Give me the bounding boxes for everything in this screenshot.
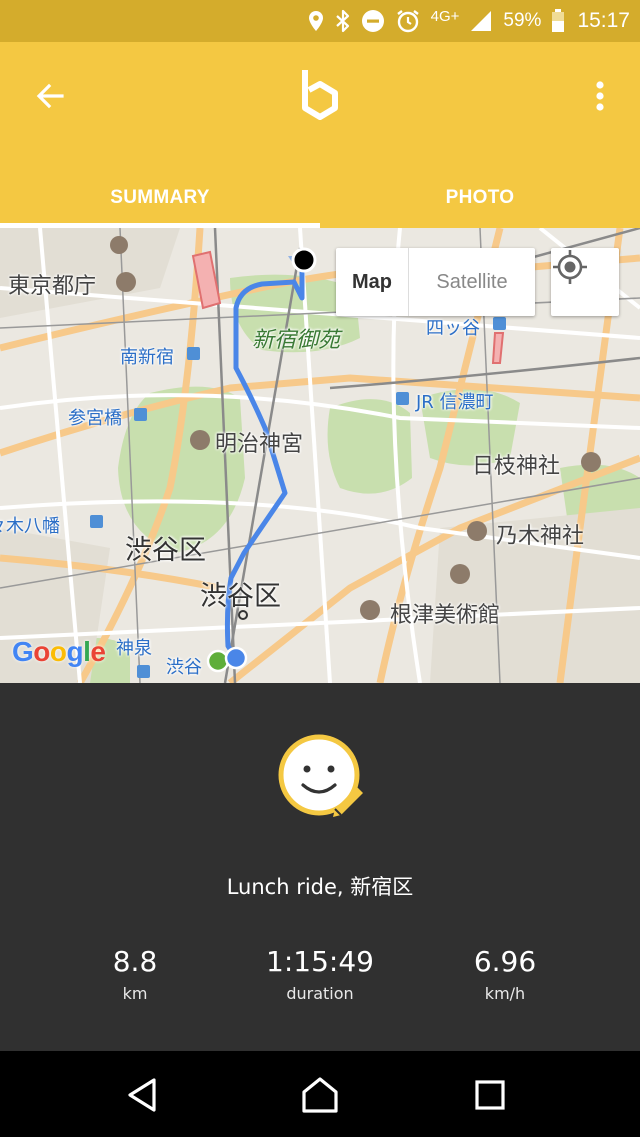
map-type-map-button[interactable]: Map <box>336 248 409 316</box>
alarm-icon <box>395 8 421 34</box>
signal-icon <box>469 9 493 33</box>
map-label-shibuya-ward-office: 渋谷区 <box>200 581 281 612</box>
map-label-hie-jinja: 日枝神社 <box>472 454 561 479</box>
back-button[interactable] <box>24 70 76 122</box>
stat-distance-value: 8.8 <box>112 945 158 978</box>
my-location-icon <box>553 250 587 284</box>
map-label-nogi-jinja: 乃木神社 <box>496 524 585 549</box>
app-logo <box>302 70 338 120</box>
back-triangle-icon <box>128 1078 156 1112</box>
route-map[interactable]: 東京都庁 南新宿 参宮橋 明治神宮 新宿御苑 四ッ谷 JR 信濃町 日枝神社 代… <box>0 228 640 683</box>
stat-duration: 1:15:49 duration <box>220 945 420 1003</box>
stat-speed-value: 6.96 <box>473 945 537 978</box>
arrow-back-icon <box>36 83 64 109</box>
map-label-yotsuya: 四ッ谷 <box>426 318 480 339</box>
system-nav-bar <box>0 1051 640 1137</box>
recents-square-icon <box>475 1080 505 1110</box>
app-bar: SUMMARY PHOTO <box>0 42 640 228</box>
map-label-shinanomachi: JR 信濃町 <box>416 392 494 413</box>
tab-photo[interactable]: PHOTO <box>320 168 640 228</box>
map-label-minami-shinjuku: 南新宿 <box>120 347 174 368</box>
ride-title: Lunch ride, 新宿区 <box>226 875 414 899</box>
nav-recents-button[interactable] <box>460 1069 520 1121</box>
home-circle-icon <box>302 1077 338 1113</box>
ride-summary: Lunch ride, 新宿区 8.8 km 1:15:49 duration … <box>0 683 640 1051</box>
battery-icon <box>551 9 565 33</box>
map-type-satellite-button[interactable]: Satellite <box>409 248 535 316</box>
map-label-shinsen: 神泉 <box>116 638 152 659</box>
clock: 15:17 <box>577 9 630 32</box>
map-label-tokyo-metro-govt: 東京都庁 <box>8 274 97 299</box>
nav-home-button[interactable] <box>290 1069 350 1121</box>
network-type: 4G+ <box>430 7 460 25</box>
map-label-yoyogi-hachiman: 代々木八幡 <box>0 516 60 537</box>
location-icon <box>307 10 325 32</box>
stat-distance-unit: km <box>122 984 148 1003</box>
stat-speed: 6.96 km/h <box>405 945 605 1003</box>
bluetooth-icon <box>335 9 351 33</box>
map-label-shibuya-district: 渋谷区 <box>125 535 206 566</box>
map-type-toggle: Map Satellite <box>336 248 535 316</box>
stat-distance: 8.8 km <box>35 945 235 1003</box>
stat-duration-unit: duration <box>286 984 354 1003</box>
map-label-sangubashi: 参宮橋 <box>68 408 122 429</box>
battery-percent: 59% <box>503 10 542 31</box>
status-bar: 4G+ 59% 15:17 <box>0 0 640 42</box>
nav-back-button[interactable] <box>112 1069 172 1121</box>
stat-duration-value: 1:15:49 <box>266 945 374 978</box>
smiley-edit-icon[interactable] <box>277 733 363 819</box>
map-label-nezu-museum: 根津美術館 <box>390 603 501 628</box>
tab-bar: SUMMARY PHOTO <box>0 168 640 228</box>
more-vert-icon <box>596 81 604 111</box>
do-not-disturb-icon <box>361 9 385 33</box>
map-label-meiji-jingu: 明治神宮 <box>215 432 304 457</box>
map-label-shinjuku-gyoen: 新宿御苑 <box>252 328 341 353</box>
more-options-button[interactable] <box>580 70 620 122</box>
google-logo: Google <box>12 636 106 667</box>
map-label-shibuya: 渋谷 <box>166 657 202 678</box>
stat-speed-unit: km/h <box>484 984 526 1003</box>
my-location-button[interactable] <box>551 248 619 316</box>
tab-summary[interactable]: SUMMARY <box>0 168 320 228</box>
